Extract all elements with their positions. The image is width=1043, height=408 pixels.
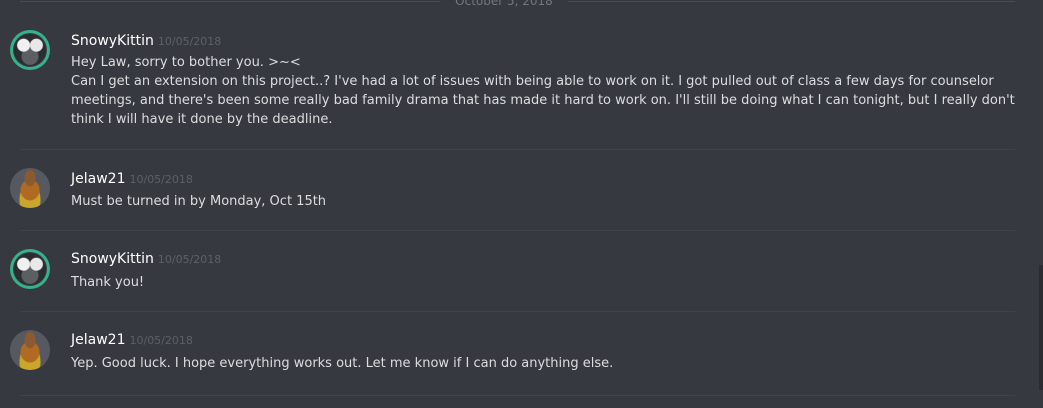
avatar[interactable] — [10, 168, 50, 208]
message-text: Must be turned in by Monday, Oct 15th — [71, 194, 327, 209]
username[interactable]: Jelaw21 — [71, 171, 125, 187]
message-text: Yep. Good luck. I hope everything works … — [71, 356, 614, 371]
message-separator — [20, 149, 1015, 150]
message-author: SnowyKittin 10/05/2018 — [71, 250, 221, 269]
message-timestamp: 10/05/2018 — [157, 35, 222, 48]
message-separator — [20, 395, 1015, 396]
jelaw21-avatar-image — [10, 330, 50, 370]
message-author: Jelaw21 10/05/2018 — [71, 170, 193, 189]
message-text: Thank you! — [71, 275, 145, 290]
snowykittin-avatar-image — [14, 253, 46, 285]
message-author: Jelaw21 10/05/2018 — [71, 331, 193, 350]
username[interactable]: SnowyKittin — [71, 33, 154, 49]
divider-line — [568, 1, 1015, 2]
avatar[interactable] — [10, 330, 50, 370]
message-text: Can I get an extension on this project..… — [71, 74, 1015, 127]
message-separator — [20, 311, 1015, 312]
message-timestamp: 10/05/2018 — [129, 173, 193, 186]
message-timestamp: 10/05/2018 — [157, 253, 222, 266]
message-author: SnowyKittin 10/05/2018 — [71, 32, 221, 51]
message-timestamp: 10/05/2018 — [129, 334, 193, 347]
snowykittin-avatar-image — [14, 34, 46, 66]
message-separator — [20, 230, 1015, 231]
username[interactable]: SnowyKittin — [71, 251, 154, 267]
date-divider: October 5, 2018 — [20, 0, 1015, 8]
divider-line — [20, 1, 440, 2]
scrollbar[interactable] — [1039, 265, 1043, 390]
username[interactable]: Jelaw21 — [71, 332, 125, 348]
chat-messages: October 5, 2018 SnowyKittin 10/05/2018 He… — [0, 0, 1043, 408]
avatar[interactable] — [10, 249, 50, 289]
date-divider-label: October 5, 2018 — [455, 0, 553, 8]
avatar[interactable] — [10, 30, 50, 70]
jelaw21-avatar-image — [10, 168, 50, 208]
message-text: Hey Law, sorry to bother you. >~< — [71, 55, 301, 70]
